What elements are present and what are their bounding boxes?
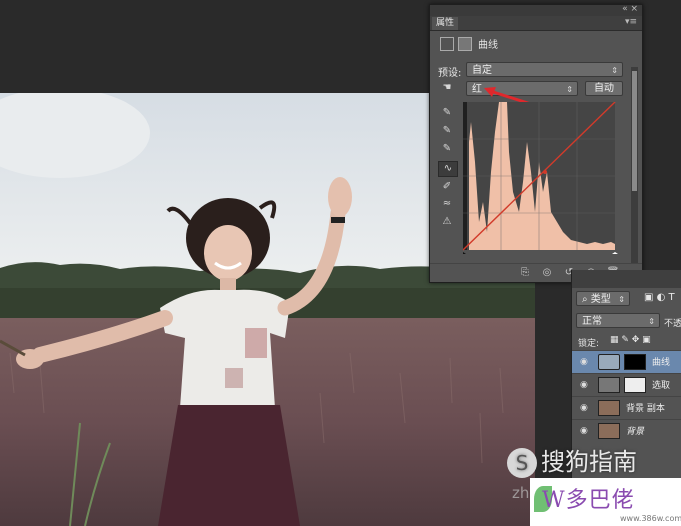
layer-row[interactable]: ◉ 背景 副本 [572, 396, 681, 419]
layer-mask-thumbnail[interactable] [624, 377, 646, 393]
scrollbar-thumb[interactable] [632, 71, 637, 191]
preset-select[interactable]: 自定 ⇕ [466, 62, 623, 77]
preset-value: 自定 [472, 65, 492, 76]
curves-adjustment-icon [440, 37, 454, 51]
adjustment-layer-thumbnail [598, 377, 620, 393]
pencil-draw-icon[interactable]: ✐ [438, 180, 456, 194]
panel-tabbar: 属性 ▾≡ [430, 16, 642, 31]
site-url-text: www.386w.com [620, 514, 681, 523]
adjustment-layer-thumbnail [598, 354, 620, 370]
lock-icons[interactable]: ▦ ✎ ✥ ▣ [610, 335, 651, 345]
panel-titlebar[interactable]: « × [430, 4, 642, 16]
curve-edit-icon[interactable]: ∿ [438, 161, 458, 177]
site-logo: W多巴佬 www.386w.com [530, 478, 681, 526]
lock-label: 锁定: [578, 339, 600, 349]
panel-scrollbar[interactable] [631, 67, 638, 267]
chevron-icon: ⇕ [611, 66, 618, 75]
layer-name[interactable]: 背景 副本 [626, 401, 665, 414]
preset-row: 预设: 自定 ⇕ [430, 62, 642, 80]
chevron-icon: ⇕ [618, 295, 625, 304]
eyedropper-black-icon[interactable]: ✎ [438, 106, 456, 120]
smooth-icon[interactable]: ≈ [438, 197, 456, 211]
blend-mode-select[interactable]: 正常 ⇕ [576, 313, 660, 328]
layer-name[interactable]: 背景 [626, 424, 644, 437]
sogou-watermark-text: 搜狗指南 [541, 448, 637, 476]
sogou-watermark: S 搜狗指南 [507, 442, 637, 478]
eye-icon[interactable]: ◉ [580, 380, 588, 390]
eye-icon[interactable]: ◉ [580, 357, 588, 367]
chevron-icon: ⇕ [566, 85, 573, 94]
layers-panel-header[interactable] [572, 270, 681, 288]
curve-graph[interactable] [460, 101, 619, 254]
blend-mode-value: 正常 [582, 316, 602, 327]
site-logo-text: W多巴佬 [542, 488, 635, 513]
eyedropper-gray-icon[interactable]: ✎ [438, 124, 456, 138]
layer-row[interactable]: ◉ 曲线 [572, 350, 681, 373]
layer-row[interactable]: ◉ 选取 [572, 373, 681, 396]
collapse-close-icon[interactable]: « × [622, 4, 638, 14]
tab-properties[interactable]: 属性 [432, 17, 459, 30]
auto-button[interactable]: 自动 [585, 81, 623, 96]
properties-panel: « × 属性 ▾≡ 曲线 预设: 自定 ⇕ ☚ 红 ⇕ 自动 ✎ ✎ ✎ ∿ ✐… [429, 4, 643, 283]
panel-menu-icon[interactable]: ▾≡ [625, 17, 637, 27]
preset-label: 预设: [438, 68, 462, 79]
layer-thumbnail [598, 400, 620, 416]
layer-name[interactable]: 选取 [652, 378, 670, 391]
layer-row[interactable]: ◉ 背景 [572, 419, 681, 442]
view-previous-icon[interactable]: ◎ [540, 266, 554, 279]
clip-to-layer-icon[interactable]: ⎘ [518, 266, 532, 279]
adjustment-title: 曲线 [478, 40, 498, 51]
channel-value: 红 [472, 84, 482, 95]
layer-thumbnail [598, 423, 620, 439]
layer-filter-select[interactable]: ⌕ 类型 ⇕ [576, 291, 630, 306]
layer-mask-thumbnail[interactable] [624, 354, 646, 370]
opacity-label: 不透 [664, 319, 681, 329]
adjustment-header: 曲线 [430, 33, 642, 53]
search-icon: ⌕ [582, 294, 591, 305]
layer-filter-value: 类型 [590, 294, 611, 305]
eye-icon[interactable]: ◉ [580, 426, 588, 436]
clipping-warning-icon[interactable]: ⚠ [438, 215, 456, 229]
eyedropper-white-icon[interactable]: ✎ [438, 142, 456, 156]
target-adjustment-hand-icon[interactable]: ☚ [438, 81, 456, 95]
eye-icon[interactable]: ◉ [580, 403, 588, 413]
sogou-logo-icon: S [507, 448, 537, 478]
filter-icons[interactable]: ▣ ◐ T [644, 292, 675, 303]
layer-name[interactable]: 曲线 [652, 355, 670, 368]
mask-icon[interactable] [458, 37, 472, 51]
chevron-icon: ⇕ [648, 317, 655, 326]
